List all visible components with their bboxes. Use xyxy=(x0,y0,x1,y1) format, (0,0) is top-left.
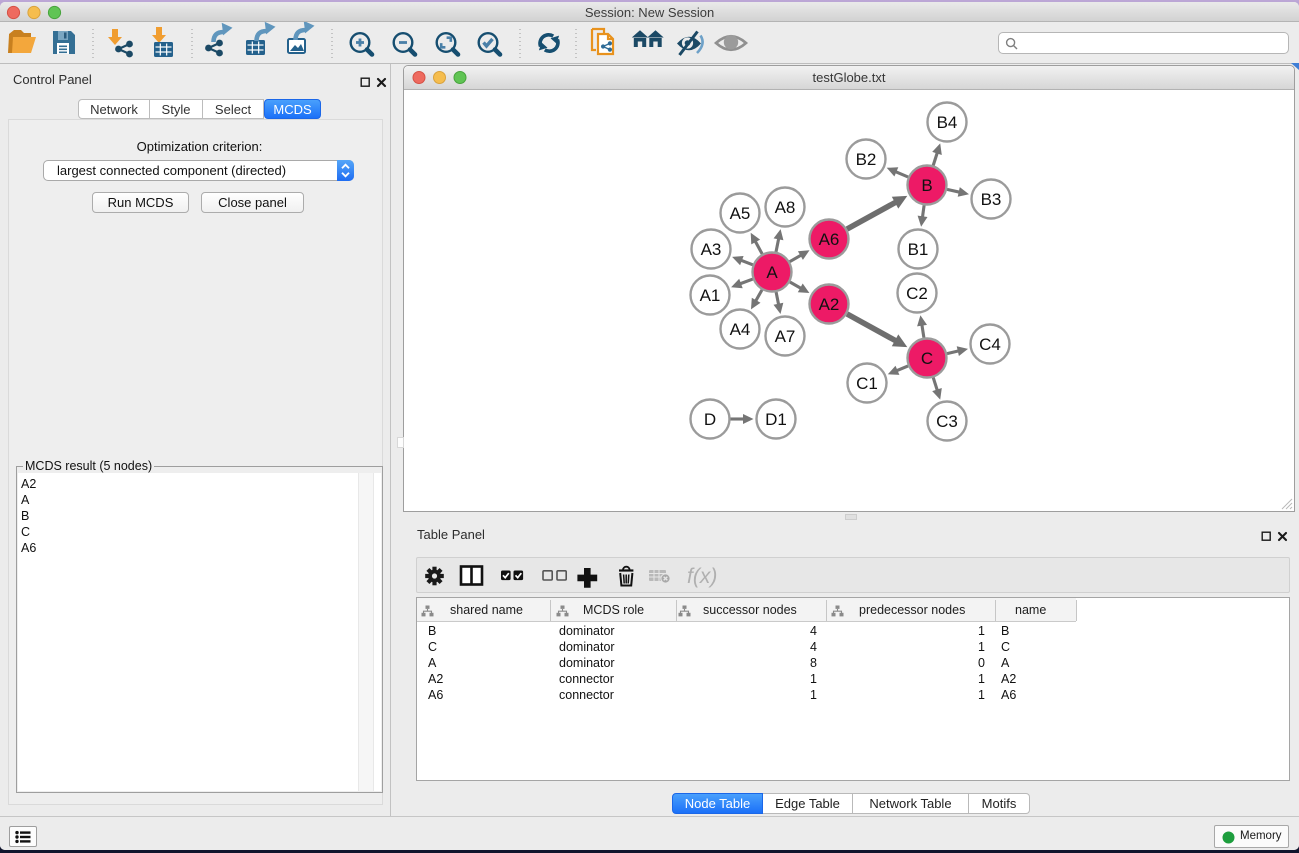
svg-text:A5: A5 xyxy=(730,204,751,223)
svg-text:C4: C4 xyxy=(979,335,1001,354)
svg-text:C: C xyxy=(921,349,933,368)
svg-text:f(x): f(x) xyxy=(687,565,717,588)
svg-text:A7: A7 xyxy=(775,327,796,346)
svg-text:C2: C2 xyxy=(906,284,928,303)
svg-text:A8: A8 xyxy=(775,198,796,217)
svg-text:B: B xyxy=(921,176,932,195)
svg-text:A1: A1 xyxy=(700,286,721,305)
svg-text:C1: C1 xyxy=(856,374,878,393)
svg-text:A: A xyxy=(766,263,778,282)
svg-text:B4: B4 xyxy=(937,113,958,132)
svg-text:A4: A4 xyxy=(730,320,751,339)
svg-text:B1: B1 xyxy=(908,240,929,259)
svg-text:C3: C3 xyxy=(936,412,958,431)
svg-text:D1: D1 xyxy=(765,410,787,429)
svg-text:A2: A2 xyxy=(819,295,840,314)
svg-text:A6: A6 xyxy=(819,230,840,249)
svg-text:B2: B2 xyxy=(856,150,877,169)
svg-text:A3: A3 xyxy=(701,240,722,259)
svg-text:D: D xyxy=(704,410,716,429)
svg-text:B3: B3 xyxy=(981,190,1002,209)
